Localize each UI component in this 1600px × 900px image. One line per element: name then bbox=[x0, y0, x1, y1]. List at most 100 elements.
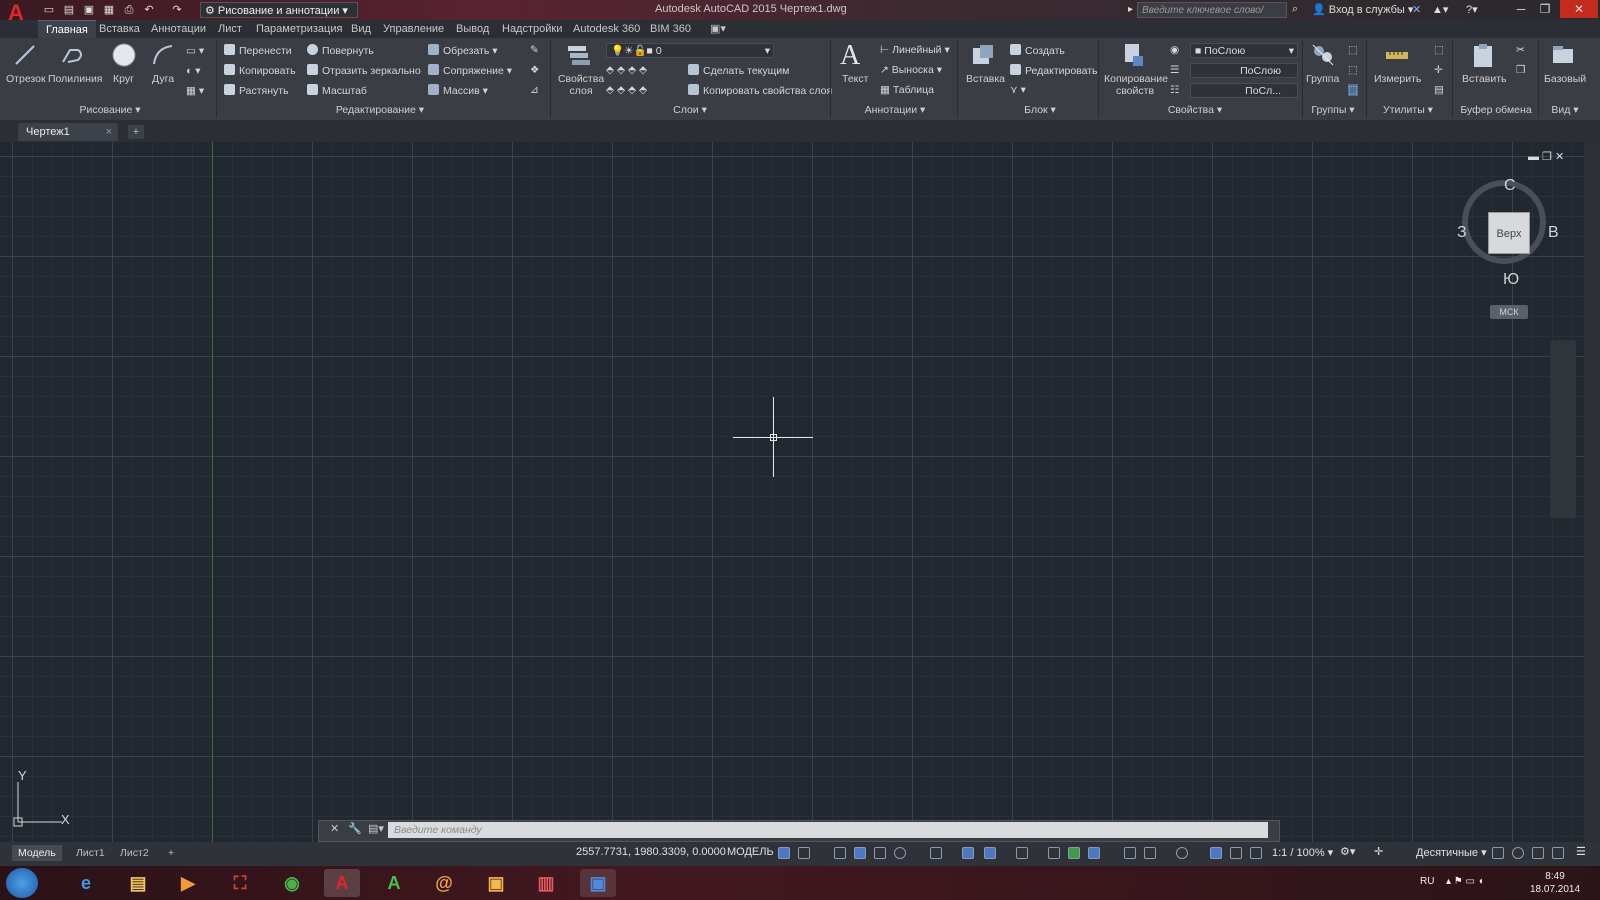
autodesk-icon[interactable]: ▲▾ bbox=[1432, 3, 1448, 16]
new-file-icon[interactable]: ▭ bbox=[42, 3, 56, 17]
autocad-alt-icon[interactable]: A bbox=[376, 869, 412, 897]
tab-output[interactable]: Вывод bbox=[456, 20, 489, 38]
restore-icon[interactable]: ❐ bbox=[1534, 0, 1556, 18]
close-icon[interactable]: ✕ bbox=[1560, 0, 1598, 18]
sign-in-button[interactable]: 👤 Вход в службы ▾ bbox=[1312, 3, 1413, 16]
group-selection-icon[interactable]: ⬚ bbox=[1348, 84, 1358, 96]
lineweight-dropdown[interactable]: ПоСл... bbox=[1190, 83, 1298, 98]
insert-block-button[interactable] bbox=[970, 42, 996, 71]
base-view-button[interactable] bbox=[1550, 42, 1576, 71]
drawing-canvas[interactable] bbox=[0, 142, 1584, 842]
selection-filter-icon[interactable] bbox=[1144, 847, 1156, 859]
group-button[interactable] bbox=[1310, 42, 1336, 71]
tab-annotate[interactable]: Аннотации bbox=[151, 20, 206, 38]
match-properties-button[interactable] bbox=[1121, 42, 1147, 71]
tray-icons[interactable]: ▴ ⚑ ▭ ◖ bbox=[1446, 876, 1484, 887]
utilities-panel-title[interactable]: Утилиты ▾ bbox=[1374, 104, 1442, 118]
hardware-acceleration-icon[interactable] bbox=[1532, 847, 1544, 859]
file-explorer-icon[interactable]: ▤ bbox=[120, 869, 156, 897]
save-icon[interactable]: ▣ bbox=[82, 3, 96, 17]
compass-north[interactable]: С bbox=[1504, 177, 1516, 195]
stretch-button[interactable]: Растянуть bbox=[224, 84, 289, 97]
transparency-icon[interactable] bbox=[1048, 847, 1060, 859]
block-panel-title[interactable]: Блок ▾ bbox=[1010, 104, 1070, 118]
search-expand-icon[interactable]: ▸ bbox=[1128, 4, 1133, 15]
command-close-icon[interactable]: ✕ bbox=[330, 822, 339, 835]
text-tool-label[interactable]: Текст bbox=[842, 73, 868, 85]
layout-tab-model[interactable]: Модель bbox=[12, 845, 62, 861]
autocad-taskbar-icon[interactable]: A bbox=[324, 869, 360, 897]
annotation-panel-title[interactable]: Аннотации ▾ bbox=[850, 104, 940, 118]
copy-button[interactable]: Копировать bbox=[224, 64, 296, 77]
system-clock[interactable]: 8:49 18.07.2014 bbox=[1530, 870, 1580, 896]
gizmo-icon[interactable] bbox=[1176, 847, 1188, 859]
file-tab[interactable]: Чертеж1 × bbox=[18, 123, 118, 141]
snap-icon[interactable] bbox=[798, 847, 810, 859]
tab-manage[interactable]: Управление bbox=[383, 20, 444, 38]
photo-viewer-icon[interactable]: ▣ bbox=[478, 869, 514, 897]
tab-parametric[interactable]: Параметризация bbox=[256, 20, 342, 38]
circle-tool-button[interactable] bbox=[111, 42, 137, 71]
text-tool-icon[interactable]: A bbox=[840, 40, 860, 72]
explode-icon[interactable]: ❖ bbox=[530, 64, 539, 76]
fillet-button[interactable]: Сопряжение ▾ bbox=[428, 64, 512, 77]
dynamic-ucs-icon[interactable] bbox=[1124, 847, 1136, 859]
minimize-icon[interactable]: ─ bbox=[1510, 0, 1532, 18]
layer-dropdown[interactable]: 💡☀🔓■ 0 ▾ bbox=[606, 43, 774, 58]
viewport-controls[interactable]: ▬ ❐ ✕ bbox=[1528, 150, 1564, 163]
annotation-visibility-icon[interactable] bbox=[1210, 847, 1222, 859]
redo-icon[interactable]: ↷ bbox=[170, 3, 184, 17]
match-layer-button[interactable]: Копировать свойства слоя bbox=[688, 84, 832, 97]
auto-scale-icon[interactable] bbox=[1230, 847, 1242, 859]
polar-tracking-icon[interactable] bbox=[894, 847, 906, 859]
draw-panel-title[interactable]: Рисование ▾ bbox=[70, 104, 150, 118]
rotate-button[interactable]: Повернуть bbox=[307, 44, 374, 57]
copy-clip-icon[interactable]: ❐ bbox=[1516, 64, 1525, 76]
binoculars-icon[interactable]: ⌕ bbox=[1292, 3, 1298, 16]
layout-tab-sheet1[interactable]: Лист1 bbox=[70, 845, 111, 861]
quick-select-icon[interactable]: ⬚ bbox=[1434, 44, 1444, 56]
layers-panel-title[interactable]: Слои ▾ bbox=[650, 104, 730, 118]
lineweight-toggle-icon[interactable] bbox=[1016, 847, 1028, 859]
layer-properties-button[interactable] bbox=[565, 42, 591, 71]
paste-button[interactable] bbox=[1470, 42, 1496, 71]
workspace-dropdown[interactable]: ⚙ Рисование и аннотации ▾ bbox=[200, 2, 358, 18]
viewcube-top-face[interactable]: Верх bbox=[1488, 212, 1530, 254]
array-button[interactable]: Массив ▾ bbox=[428, 84, 488, 97]
line-tool-button[interactable] bbox=[12, 42, 38, 71]
groups-panel-title[interactable]: Группы ▾ bbox=[1305, 104, 1361, 118]
layout-tab-sheet2[interactable]: Лист2 bbox=[114, 845, 155, 861]
edit-block-button[interactable]: Редактировать bbox=[1010, 64, 1098, 77]
region-icon[interactable]: ▦ ▾ bbox=[186, 85, 204, 97]
close-tab-icon[interactable]: × bbox=[106, 123, 112, 141]
exchange-icon[interactable]: ✕ bbox=[1412, 3, 1421, 16]
make-current-button[interactable]: Сделать текущим bbox=[688, 64, 789, 77]
start-button-icon[interactable] bbox=[6, 868, 38, 898]
customization-icon[interactable]: ☰ bbox=[1576, 845, 1586, 858]
tab-home[interactable]: Главная bbox=[38, 20, 96, 39]
group-edit-icon[interactable]: ⬚ bbox=[1348, 64, 1358, 76]
wcs-menu[interactable]: МСК bbox=[1490, 305, 1528, 319]
compass-south[interactable]: Ю bbox=[1503, 271, 1519, 289]
open-file-icon[interactable]: ▤ bbox=[62, 3, 76, 17]
model-space-toggle[interactable]: МОДЕЛЬ bbox=[727, 846, 774, 858]
units-dropdown[interactable]: Десятичные ▾ bbox=[1416, 846, 1487, 859]
block-attribute-icon[interactable]: ⋎ ▾ bbox=[1010, 84, 1026, 96]
offset-icon[interactable]: ⊿ bbox=[530, 84, 539, 96]
calculator-icon[interactable]: ▤ bbox=[1434, 84, 1444, 96]
dynamic-input-icon[interactable] bbox=[854, 847, 866, 859]
language-indicator[interactable]: RU bbox=[1420, 876, 1434, 887]
hatch-icon[interactable]: ◐ ▾ bbox=[186, 65, 201, 77]
tab-more-icon[interactable]: ▣▾ bbox=[710, 20, 726, 38]
tab-bim360[interactable]: BIM 360 bbox=[650, 20, 691, 38]
command-input[interactable]: Введите команду bbox=[388, 822, 1268, 838]
search-input[interactable]: Введите ключевое слово/фразу bbox=[1137, 2, 1287, 32]
workspace-switch-icon[interactable]: ⚙▾ bbox=[1340, 845, 1355, 858]
tab-addins[interactable]: Надстройки bbox=[502, 20, 562, 38]
point-icon[interactable]: ✛ bbox=[1434, 64, 1443, 76]
layer-tools-icons[interactable]: ⬘ ⬘ ⬘ ⬘ bbox=[606, 64, 647, 76]
polyline-tool-button[interactable] bbox=[60, 42, 86, 71]
compass-east[interactable]: В bbox=[1548, 224, 1559, 242]
create-block-button[interactable]: Создать bbox=[1010, 44, 1065, 57]
tab-insert[interactable]: Вставка bbox=[99, 20, 140, 38]
